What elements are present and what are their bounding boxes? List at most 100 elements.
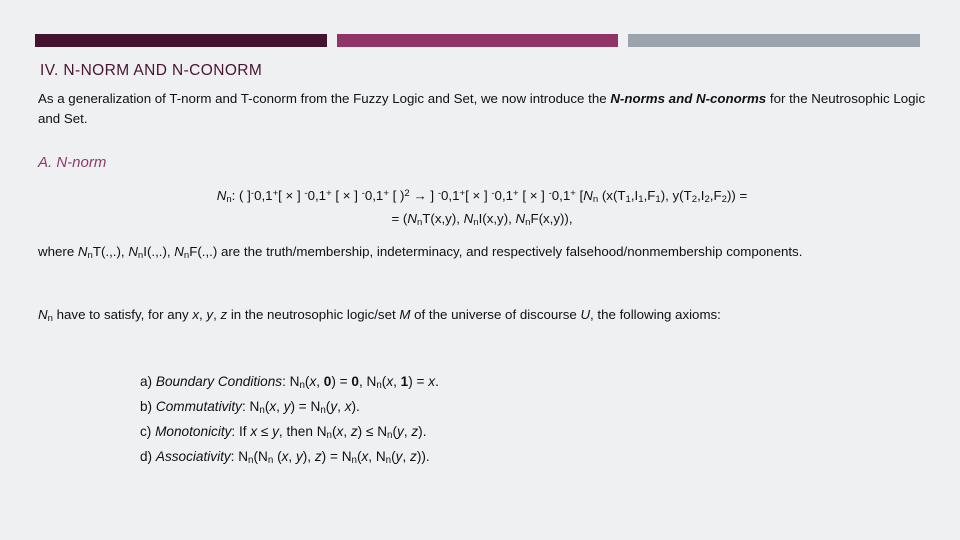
intro-paragraph: As a generalization of T-norm and T-cono…	[38, 89, 926, 129]
axiom-name: Associativity	[155, 449, 231, 465]
axiom-seg: : N	[230, 449, 249, 465]
formula-seg: ,F	[709, 188, 722, 204]
axiom-seg: ),	[302, 449, 315, 465]
axiom-seg: , N	[358, 374, 377, 389]
formula-seg: 0,1	[551, 188, 571, 204]
formula-seg: ), y(T	[660, 188, 692, 204]
axiom-seg: (	[273, 449, 282, 465]
subsection-heading: A. N-norm	[38, 154, 107, 171]
axiom-bold-value: 0	[351, 374, 359, 389]
var-y: y	[272, 424, 279, 440]
where-n-symbol: N	[77, 244, 88, 259]
axiom-seg: : N	[282, 374, 300, 389]
axioms-n-symbol: N	[38, 307, 48, 322]
formula-n-symbol: N	[216, 188, 227, 204]
formula-seg: [ × ]	[465, 188, 492, 204]
header-bar-group	[0, 34, 960, 47]
axiom-seg: ,	[402, 449, 411, 465]
axiom-seg: ,	[393, 374, 401, 389]
where-n-symbol: N	[174, 244, 184, 259]
formula-seg: [ × ]	[518, 188, 549, 204]
formula-seg: = (	[391, 211, 408, 227]
var-u: U	[580, 307, 591, 322]
axiom-item-d: d) Associativity: Nn(Nn (x, y), z) = Nn(…	[140, 446, 840, 471]
intro-text-emphasis: N-norms and N-conorms	[610, 91, 767, 106]
axiom-label: b)	[140, 399, 156, 415]
axiom-seg: ).	[418, 424, 427, 440]
formula-seg: [ × ]	[278, 188, 305, 204]
header-bar-dark	[35, 34, 327, 47]
axioms-seg: of the universe of discourse	[410, 307, 581, 322]
formula-line-2: = (NnT(x,y), NnI(x,y), NnF(x,y)),	[38, 209, 926, 232]
axioms-seg: have to satisfy, for any	[52, 307, 193, 322]
formula-seg: 0,1	[364, 188, 384, 204]
axiom-seg: .	[435, 374, 439, 389]
axiom-seg: , N	[368, 449, 386, 465]
axioms-seg: , the following axioms:	[590, 307, 721, 322]
page-title: IV. N-NORM AND N-CONORM	[40, 62, 263, 79]
formula-seg: [ )	[388, 188, 405, 204]
formula-seg: I(x,y),	[478, 211, 516, 227]
axiom-item-c: c) Monotonicity: If x ≤ y, then Nn(x, z)…	[140, 421, 840, 446]
var-z: z	[410, 449, 417, 465]
axiom-seg: ,	[343, 424, 351, 440]
axiom-label: d)	[140, 449, 156, 465]
axioms-seg: in the neutrosophic logic/set	[227, 307, 400, 322]
where-seg: T(.,.),	[92, 244, 129, 259]
axiom-seg: ,	[288, 449, 296, 465]
formula-n-symbol: N	[407, 211, 417, 227]
var-y: y	[295, 449, 303, 465]
axiom-seg: ) = N	[290, 399, 321, 415]
formula-seg: 0,1	[254, 188, 273, 204]
axiom-name: Boundary Conditions	[155, 374, 283, 389]
axiom-seg: ≤	[257, 424, 273, 440]
formula-seg: : ( ]	[231, 188, 251, 204]
axiom-seg: ) ≤ N	[357, 424, 388, 440]
axiom-seg: : If	[231, 424, 251, 440]
formula-seg: 0,1	[441, 188, 460, 204]
formula-fn-symbol: N	[583, 188, 593, 204]
axiom-item-b: b) Commutativity: Nn(x, y) = Nn(y, x).	[140, 396, 840, 421]
where-seg: where	[38, 244, 78, 259]
header-bar-magenta	[337, 34, 618, 47]
formula-seg: 0,1	[307, 188, 327, 204]
axiom-item-a: a) Boundary Conditions: Nn(x, 0) = 0, Nn…	[140, 371, 840, 396]
axioms-intro-paragraph: Nn have to satisfy, for any x, y, z in t…	[38, 305, 926, 329]
formula-block: Nn: ( ]-0,1+[ × ] -0,1+ [ × ] -0,1+ [ )2…	[38, 184, 926, 232]
formula-n-symbol: N	[463, 211, 474, 227]
formula-arrow: → ]	[409, 188, 438, 204]
axiom-seg: ).	[351, 399, 360, 415]
where-seg: F(.,.) are the truth/membership, indeter…	[189, 244, 803, 259]
where-seg: I(.,.),	[143, 244, 175, 259]
axiom-seg: ) =	[408, 374, 429, 389]
axiom-label: c)	[140, 424, 156, 440]
header-bar-gray	[628, 34, 920, 47]
formula-seg: [ × ]	[331, 188, 362, 204]
var-y: y	[397, 424, 404, 440]
where-n-symbol: N	[128, 244, 138, 259]
axioms-list: a) Boundary Conditions: Nn(x, 0) = 0, Nn…	[140, 371, 840, 472]
axiom-seg: )).	[416, 449, 430, 465]
formula-seg: F(x,y)),	[530, 211, 573, 227]
var-y: y	[283, 399, 291, 415]
formula-seg: ,F	[643, 188, 656, 204]
var-m: M	[399, 307, 411, 322]
axiom-seg: ,	[276, 399, 284, 415]
formula-seg: T(x,y),	[422, 211, 464, 227]
intro-text-before: As a generalization of T-norm and T-cono…	[38, 91, 611, 106]
var-z: z	[350, 424, 358, 440]
formula-seg: )) =	[726, 188, 748, 204]
axiom-seg: ) =	[331, 374, 352, 389]
where-paragraph: where NnT(.,.), NnI(.,.), NnF(.,.) are t…	[38, 242, 926, 265]
formula-seg: (x(T	[598, 188, 626, 204]
axiom-name: Monotonicity	[155, 424, 232, 440]
axiom-seg: ,	[316, 374, 324, 389]
axiom-label: a)	[140, 374, 156, 389]
formula-line-1: Nn: ( ]-0,1+[ × ] -0,1+ [ × ] -0,1+ [ )2…	[38, 184, 926, 209]
formula-seg: 0,1	[494, 188, 514, 204]
axiom-seg: : N	[241, 399, 260, 415]
axiom-seg: ) = N	[321, 449, 352, 465]
axiom-name: Commutativity	[155, 399, 242, 415]
axiom-seg: (N	[253, 449, 268, 465]
formula-n-symbol: N	[515, 211, 526, 227]
